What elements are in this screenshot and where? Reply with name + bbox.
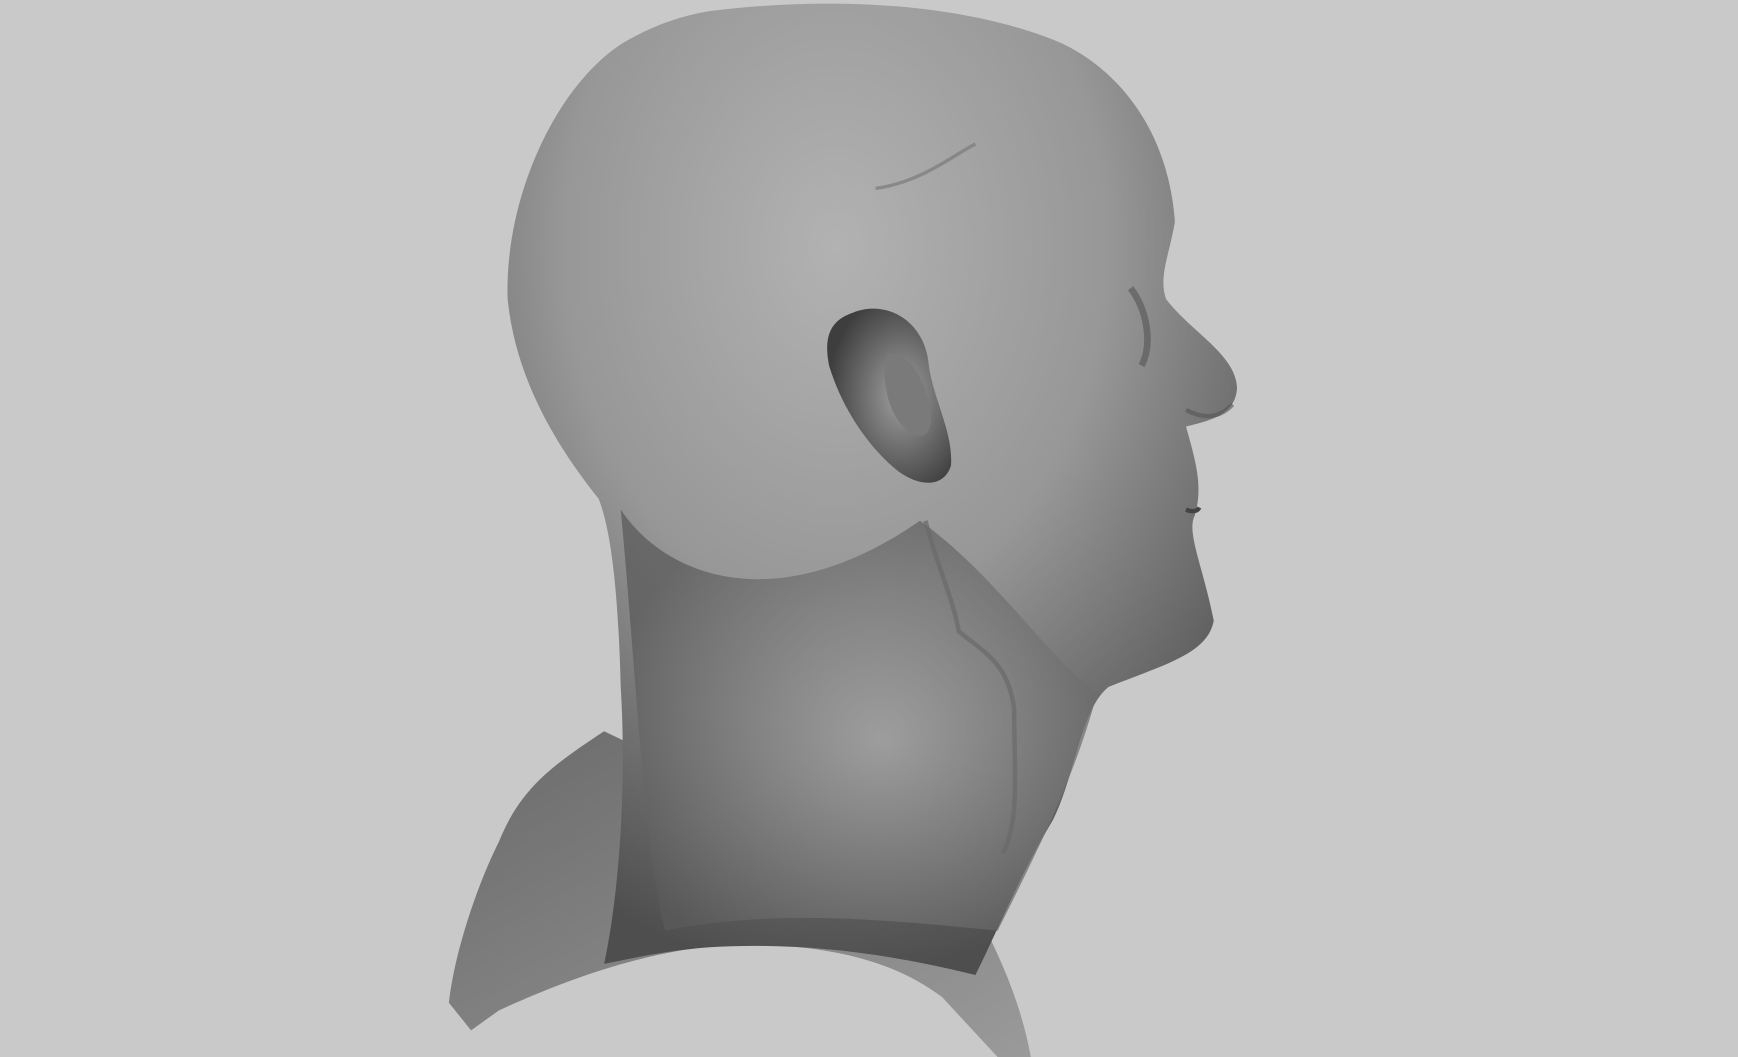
render-viewport — [0, 0, 1738, 1057]
head-render — [448, 3, 1237, 1057]
